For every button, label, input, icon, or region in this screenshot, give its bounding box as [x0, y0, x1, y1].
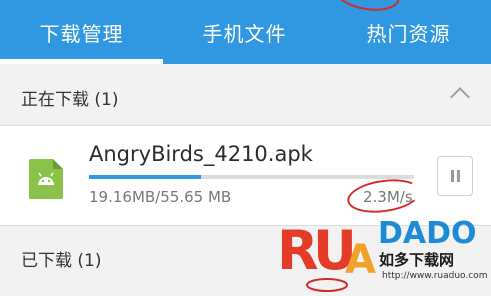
tab-download-manager[interactable]: 下载管理 [0, 0, 163, 64]
downloading-section-title: 正在下载 (1) [21, 90, 119, 110]
download-size-text: 19.16MB/55.65 MB [89, 188, 232, 206]
download-list-item: AngryBirds_4210.apk 19.16MB/55.65 MB 2.3… [0, 125, 491, 226]
section-header-downloaded[interactable]: 已下载 (1) [0, 225, 491, 296]
downloaded-section-title: 已下载 (1) [21, 251, 102, 271]
download-progress-bar [89, 175, 414, 179]
android-apk-icon [29, 159, 63, 199]
section-header-downloading[interactable]: 正在下载 (1) [0, 64, 491, 125]
tab-popular-resources[interactable]: 热门资源 [326, 0, 491, 64]
download-speed-text: 2.3M/s [363, 188, 413, 206]
tab-bar: 下载管理 手机文件 热门资源 [0, 0, 491, 64]
tab-phone-files[interactable]: 手机文件 [163, 0, 326, 64]
pause-button[interactable] [437, 156, 473, 196]
download-progress-fill [89, 175, 201, 179]
pause-icon [451, 170, 454, 182]
file-name: AngryBirds_4210.apk [89, 142, 313, 166]
